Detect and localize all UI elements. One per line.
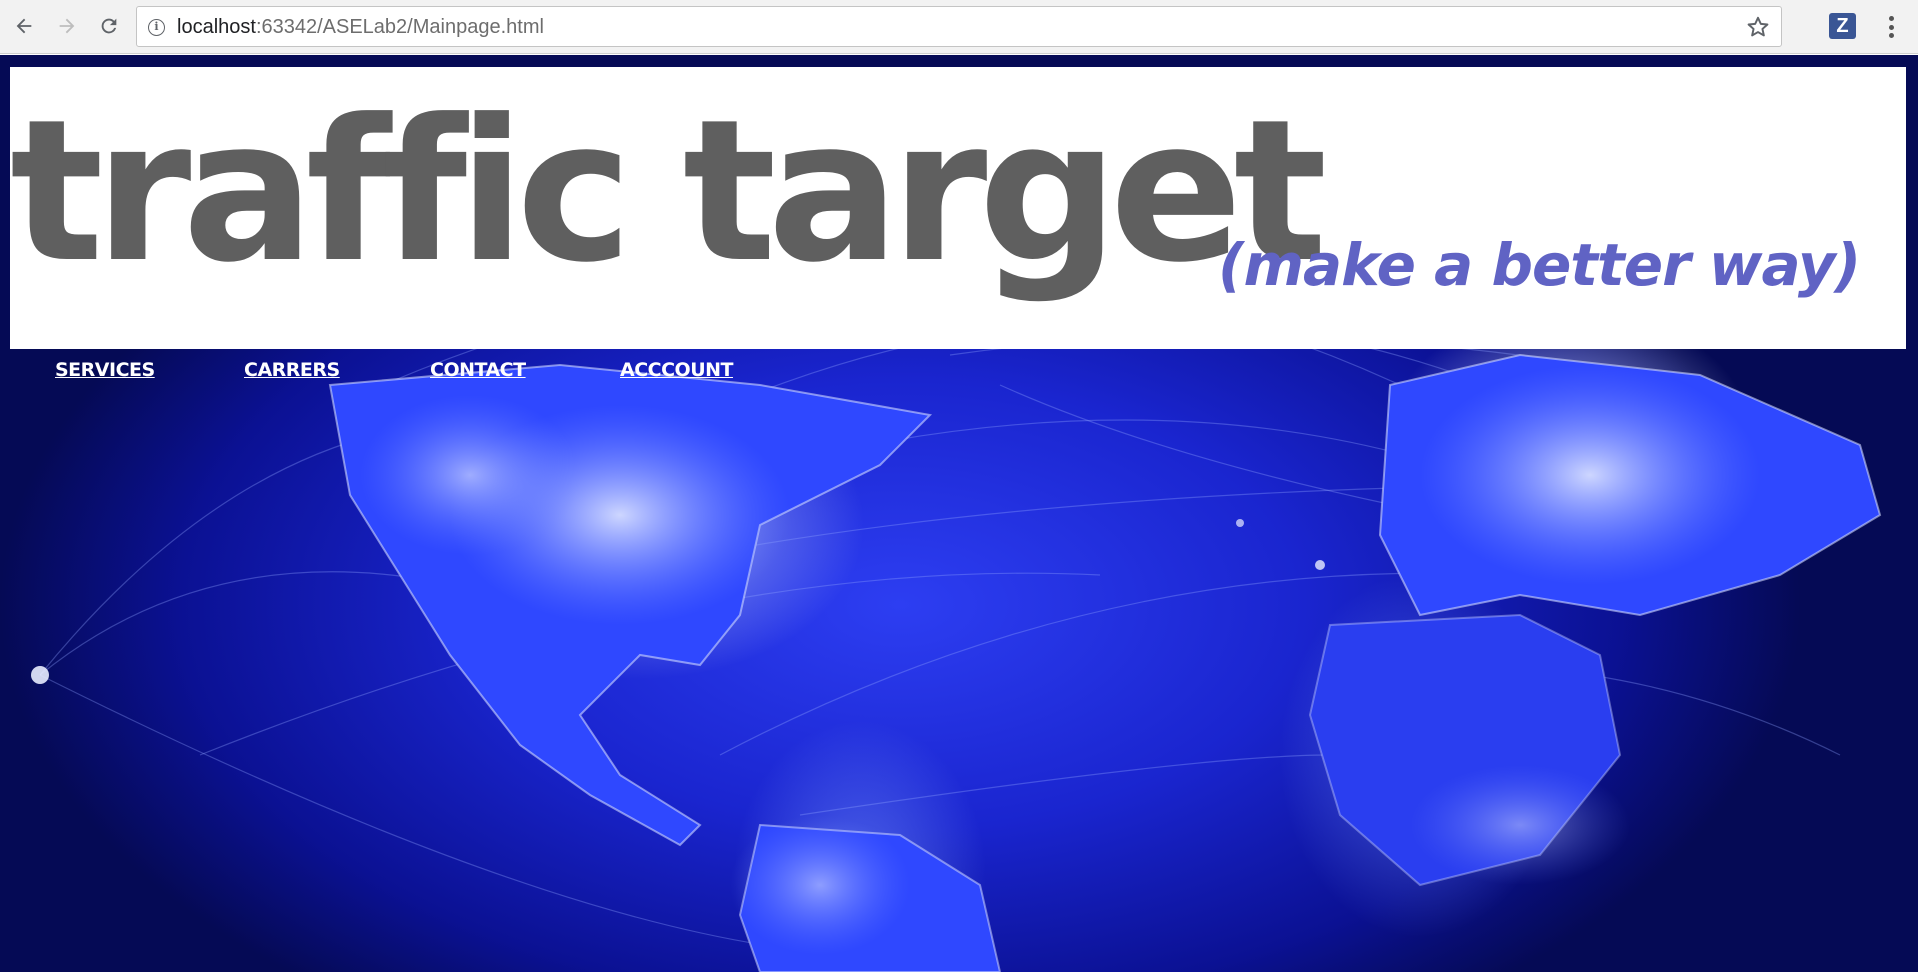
- forward-button[interactable]: [52, 11, 82, 41]
- nav-link-contact[interactable]: CONTACT: [430, 359, 526, 381]
- reload-icon: [101, 18, 117, 34]
- kebab-menu-icon[interactable]: [1882, 12, 1900, 42]
- back-button[interactable]: [9, 11, 39, 41]
- nav-link-carrers[interactable]: CARRERS: [244, 359, 340, 381]
- nav-link-account[interactable]: ACCCOUNT: [620, 359, 733, 381]
- site-header: traffic target (make a better way): [10, 67, 1906, 349]
- site-title: traffic target: [10, 78, 1327, 306]
- url-path: :63342/ASELab2/Mainpage.html: [255, 16, 544, 38]
- reload-button[interactable]: [94, 11, 124, 41]
- main-navigation: SERVICES CARRERS CONTACT ACCCOUNT: [0, 355, 1000, 385]
- extension-icon[interactable]: Z: [1829, 13, 1856, 39]
- url-text[interactable]: localhost:63342/ASELab2/Mainpage.html: [177, 16, 544, 38]
- nav-link-services[interactable]: SERVICES: [55, 359, 155, 381]
- forward-arrow-icon: [59, 18, 75, 34]
- browser-toolbar: i localhost:63342/ASELab2/Mainpage.html …: [0, 0, 1918, 54]
- url-host: localhost: [177, 16, 256, 38]
- back-arrow-icon: [16, 18, 32, 34]
- star-icon[interactable]: [1745, 14, 1771, 40]
- info-icon[interactable]: i: [148, 19, 165, 36]
- page-viewport: traffic target (make a better way) SERVI…: [0, 55, 1918, 972]
- address-bar[interactable]: i localhost:63342/ASELab2/Mainpage.html: [136, 6, 1782, 47]
- site-tagline: (make a better way): [1218, 231, 1861, 299]
